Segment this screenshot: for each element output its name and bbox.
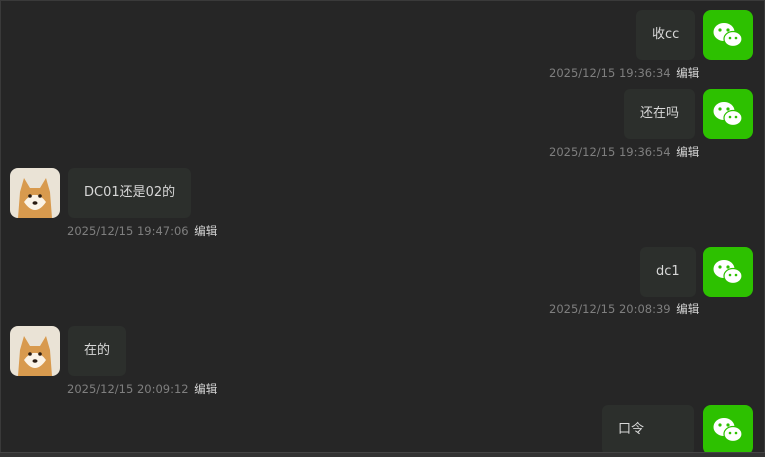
wechat-icon[interactable] — [703, 89, 753, 139]
message-meta: 2025/12/15 19:36:34 编辑 — [549, 65, 699, 81]
message-timestamp: 2025/12/15 20:09:12 — [67, 382, 189, 396]
edit-link[interactable]: 编辑 — [194, 382, 217, 396]
wechat-icon[interactable] — [703, 247, 753, 297]
edit-link[interactable]: 编辑 — [676, 302, 699, 316]
chat-window: 收cc 2025/12/15 19:36:34 编辑 还在吗 2025/12/1… — [0, 0, 765, 456]
message-timestamp: 2025/12/15 19:36:34 — [549, 66, 671, 80]
message-meta: 2025/12/15 20:09:12 编辑 — [67, 381, 217, 397]
message-bubble[interactable]: 收cc — [636, 10, 696, 60]
message-meta: 2025/12/15 20:08:39 编辑 — [549, 301, 699, 317]
bottom-scroll-bar[interactable] — [0, 452, 765, 457]
message-meta: 2025/12/15 19:36:54 编辑 — [549, 144, 699, 160]
message-bubble[interactable]: 还在吗 — [624, 89, 696, 139]
edit-link[interactable]: 编辑 — [676, 145, 699, 159]
message-bubble[interactable]: dc1 — [640, 247, 696, 297]
edit-link[interactable]: 编辑 — [676, 66, 699, 80]
message-timestamp: 2025/12/15 19:36:54 — [549, 145, 671, 159]
message-bubble[interactable]: DC01还是02的 — [68, 168, 192, 218]
shiba-dog-avatar[interactable] — [10, 168, 60, 218]
wechat-icon[interactable] — [703, 10, 753, 60]
edit-link[interactable]: 编辑 — [194, 224, 217, 238]
shiba-dog-avatar[interactable] — [10, 326, 60, 376]
message-timestamp: 2025/12/15 19:47:06 — [67, 224, 189, 238]
message-bubble[interactable]: 口令 — [602, 405, 694, 455]
message-bubble[interactable]: 在的 — [68, 326, 127, 376]
wechat-icon[interactable] — [703, 405, 753, 455]
message-timestamp: 2025/12/15 20:08:39 — [549, 302, 671, 316]
message-meta: 2025/12/15 19:47:06 编辑 — [67, 223, 217, 239]
